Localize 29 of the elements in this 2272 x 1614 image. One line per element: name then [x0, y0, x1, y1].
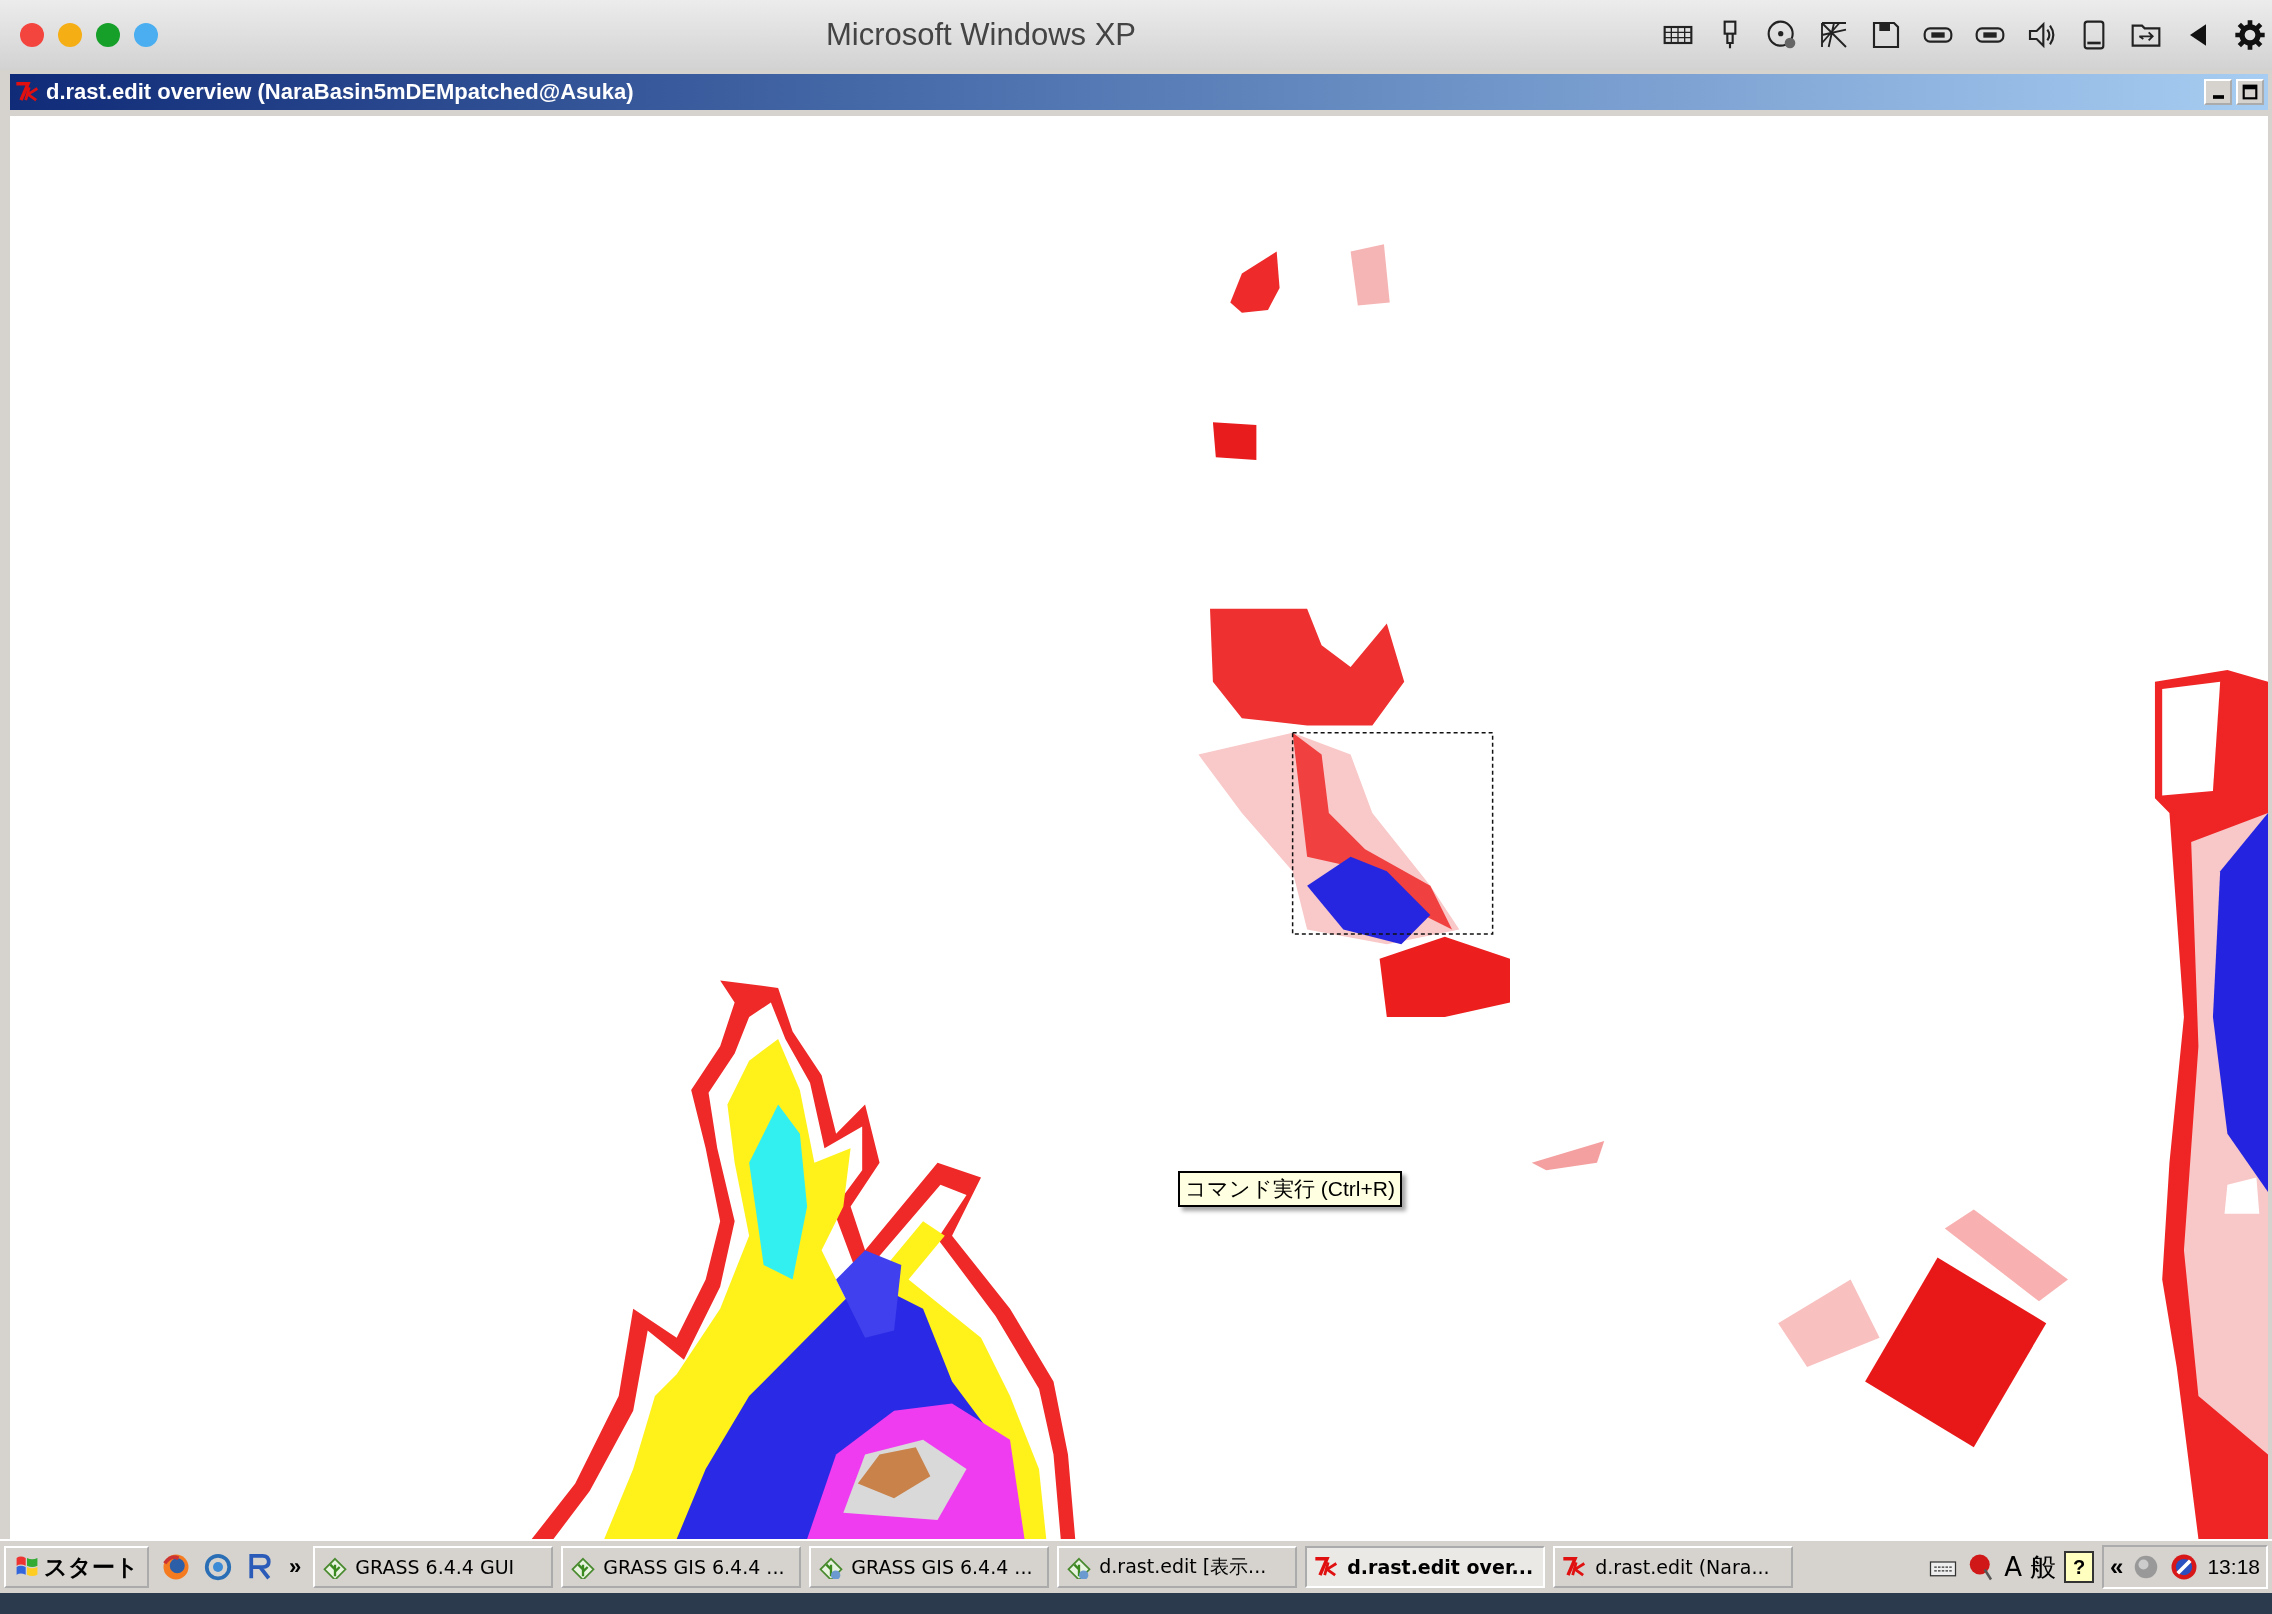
zoom-button[interactable] [96, 23, 120, 47]
taskbar-button[interactable]: d.rast.edit [表示... [1057, 1546, 1298, 1588]
start-button[interactable]: スタート [4, 1546, 149, 1588]
window-title: Microsoft Windows XP [824, 17, 1138, 53]
settings-icon[interactable] [2234, 19, 2266, 51]
grass-globe-icon [817, 1555, 846, 1579]
grass-globe-icon [1065, 1555, 1094, 1579]
maximize-icon [2241, 83, 2259, 101]
help-button[interactable]: ? [2064, 1551, 2095, 1583]
maximize-button[interactable] [2236, 79, 2264, 105]
show-hidden-icons-button[interactable]: « [2110, 1553, 2124, 1581]
taskbar-button[interactable]: GRASS GIS 6.4.4 ... [561, 1546, 802, 1588]
close-button[interactable] [20, 23, 44, 47]
disc-icon[interactable] [1766, 19, 1798, 51]
grass-icon [569, 1555, 598, 1579]
taskbar-button[interactable]: GRASS GIS 6.4.4 ... [809, 1546, 1050, 1588]
firefox-icon[interactable] [161, 1552, 191, 1582]
more-button[interactable]: » [285, 1554, 306, 1580]
tooltip: コマンド実行 (Ctrl+R) [1178, 1171, 1402, 1207]
minimize-button[interactable] [2204, 79, 2232, 105]
taskbar-button[interactable]: d.rast.edit (Nara... [1553, 1546, 1794, 1588]
taskbar-button[interactable]: GRASS 6.4.4 GUI [313, 1546, 554, 1588]
window-title: d.rast.edit overview (NaraBasin5mDEMpatched@Asuka) [46, 79, 634, 105]
clock: 13:18 [2207, 1555, 2260, 1579]
minimize-icon [2212, 95, 2224, 99]
grass-icon [321, 1555, 350, 1579]
ime-indicator[interactable]: 般 [2030, 1549, 2057, 1585]
taskbar-button[interactable]: d.rast.edit over... [1305, 1546, 1546, 1588]
ime-indicator[interactable]: A [2004, 1552, 2023, 1582]
